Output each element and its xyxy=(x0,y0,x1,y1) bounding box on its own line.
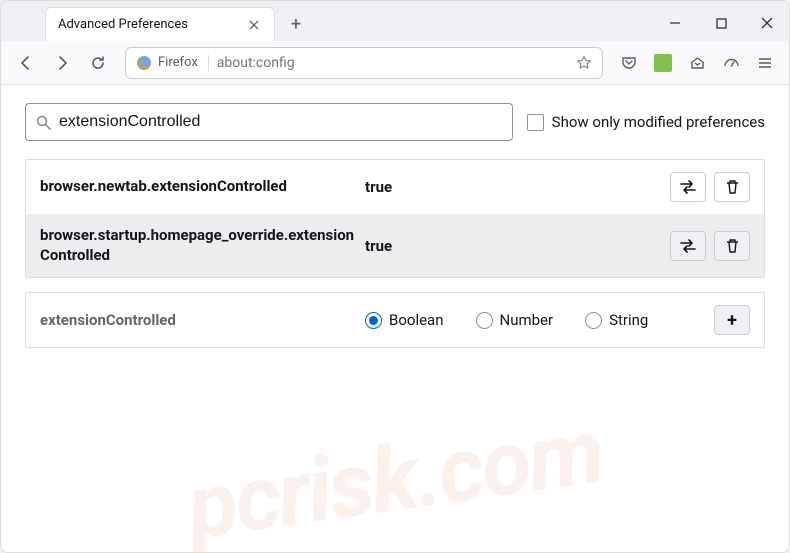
dashboard-icon[interactable] xyxy=(717,49,745,77)
radio-label: Number xyxy=(500,311,554,329)
preference-name: browser.startup.homepage_override.extens… xyxy=(40,226,355,265)
close-tab-icon[interactable] xyxy=(246,17,262,33)
search-row: Show only modified preferences xyxy=(25,103,765,141)
about-config-content: Show only modified preferences browser.n… xyxy=(1,85,789,366)
browser-tab[interactable]: Advanced Preferences xyxy=(45,7,275,41)
search-input[interactable] xyxy=(59,113,502,131)
new-tab-button[interactable]: + xyxy=(281,9,311,39)
window-controls xyxy=(661,9,781,37)
inbox-icon[interactable] xyxy=(683,49,711,77)
type-radio-group: Boolean Number String xyxy=(365,311,704,329)
radio-label: Boolean xyxy=(389,311,444,329)
browser-window: Advanced Preferences + Firefox about:con… xyxy=(0,0,790,553)
preference-value: true xyxy=(365,178,660,196)
search-icon xyxy=(36,115,51,130)
maximize-button[interactable] xyxy=(707,9,735,37)
checkbox-icon xyxy=(527,114,544,131)
forward-button[interactable] xyxy=(47,48,77,78)
bookmark-star-icon[interactable] xyxy=(576,55,592,71)
close-window-button[interactable] xyxy=(753,9,781,37)
radio-icon xyxy=(476,312,493,329)
preference-row: browser.newtab.extensionControlled true xyxy=(26,160,764,214)
delete-button[interactable] xyxy=(714,231,750,261)
search-box[interactable] xyxy=(25,103,513,141)
identity-box[interactable]: Firefox xyxy=(136,55,209,71)
radio-icon xyxy=(585,312,602,329)
url-bar[interactable]: Firefox about:config xyxy=(125,47,603,79)
new-preference-row: extensionControlled Boolean Number Strin… xyxy=(25,292,765,348)
preference-actions xyxy=(670,172,750,202)
watermark-text: pcrisk.com xyxy=(181,399,608,553)
minimize-button[interactable] xyxy=(661,9,689,37)
back-button[interactable] xyxy=(11,48,41,78)
pocket-icon[interactable] xyxy=(615,49,643,77)
url-text: about:config xyxy=(217,55,568,71)
radio-label: String xyxy=(609,311,648,329)
preference-row: browser.startup.homepage_override.extens… xyxy=(26,214,764,277)
preference-name: browser.newtab.extensionControlled xyxy=(40,177,355,197)
radio-number[interactable]: Number xyxy=(476,311,554,329)
identity-label: Firefox xyxy=(158,55,198,70)
preferences-table: browser.newtab.extensionControlled true … xyxy=(25,159,765,278)
toggle-button[interactable] xyxy=(670,231,706,261)
toggle-button[interactable] xyxy=(670,172,706,202)
extension-icon[interactable] xyxy=(649,49,677,77)
new-preference-name: extensionControlled xyxy=(40,311,355,329)
navigation-toolbar: Firefox about:config xyxy=(1,41,789,85)
tab-title: Advanced Preferences xyxy=(58,17,238,32)
reload-button[interactable] xyxy=(83,48,113,78)
firefox-logo-icon xyxy=(136,55,152,71)
app-menu-button[interactable] xyxy=(751,49,779,77)
show-modified-checkbox[interactable]: Show only modified preferences xyxy=(527,113,765,131)
preference-actions xyxy=(670,231,750,261)
radio-string[interactable]: String xyxy=(585,311,648,329)
checkbox-label: Show only modified preferences xyxy=(552,113,765,131)
add-preference-button[interactable]: + xyxy=(714,305,750,335)
radio-boolean[interactable]: Boolean xyxy=(365,311,444,329)
preference-value: true xyxy=(365,237,660,255)
delete-button[interactable] xyxy=(714,172,750,202)
radio-icon xyxy=(365,312,382,329)
